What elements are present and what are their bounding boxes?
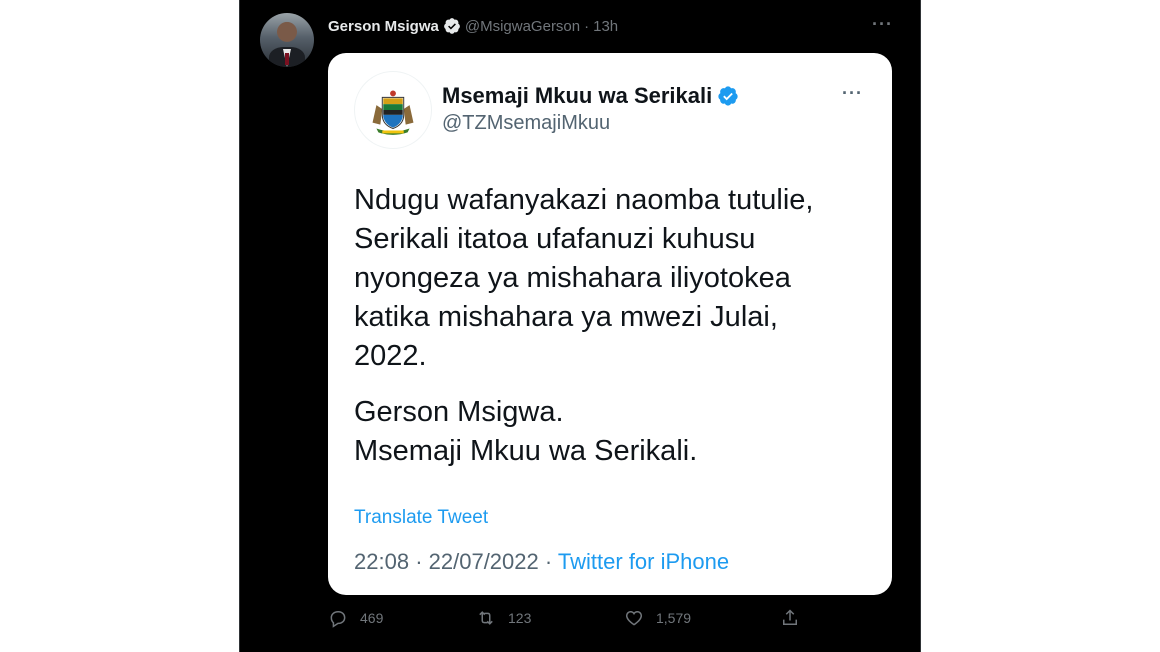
retweet-button[interactable]: 123 [476, 608, 531, 628]
date[interactable]: 22/07/2022 [429, 549, 539, 574]
reply-button[interactable]: 469 [328, 608, 383, 628]
tweet-text: Ndugu wafanyakazi naomba tutulie, Serika… [354, 181, 874, 471]
text-line: Ndugu wafanyakazi naomba tutulie, [354, 184, 814, 216]
author-handle[interactable]: @MsigwaGerson [465, 18, 580, 35]
text-line: Gerson Msigwa. [354, 396, 564, 428]
verified-badge-icon [443, 18, 460, 34]
translate-tweet-link[interactable]: Translate Tweet [354, 507, 488, 529]
tweet-header: Gerson Msigwa @MsigwaGerson · 13h [328, 16, 618, 36]
like-button[interactable]: 1,579 [624, 608, 691, 628]
tweet[interactable]: Gerson Msigwa @MsigwaGerson · 13h ··· Ms… [239, 0, 921, 652]
time[interactable]: 22:08 [354, 549, 409, 574]
text-line: 2022. [354, 340, 427, 372]
like-icon [625, 610, 643, 626]
embedded-tweet-card[interactable]: Msemaji Mkuu wa Serikali @TZMsemajiMkuu … [328, 53, 892, 595]
embed-author-name[interactable]: Msemaji Mkuu wa Serikali [442, 83, 739, 109]
avatar[interactable] [260, 13, 314, 67]
separator: · [584, 17, 590, 35]
share-button[interactable] [780, 608, 812, 628]
coat-of-arms-logo[interactable] [354, 71, 432, 149]
reply-icon [330, 611, 346, 628]
action-bar: 469 123 1,579 [328, 608, 808, 634]
retweet-icon [479, 611, 493, 625]
retweet-count: 123 [508, 610, 532, 626]
share-icon [783, 609, 797, 625]
reply-count: 469 [360, 610, 384, 626]
embed-author-name-text: Msemaji Mkuu wa Serikali [442, 83, 713, 108]
like-count: 1,579 [656, 610, 692, 626]
tweet-source-link[interactable]: Twitter for iPhone [558, 549, 729, 574]
more-icon[interactable]: ··· [842, 83, 863, 104]
text-line: Msemaji Mkuu wa Serikali. [354, 435, 698, 467]
time-ago[interactable]: 13h [593, 18, 618, 35]
text-line: Serikali itatoa ufafanuzi kuhusu [354, 223, 756, 255]
more-icon[interactable]: ··· [872, 14, 893, 35]
embed-author-handle[interactable]: @TZMsemajiMkuu [442, 112, 610, 135]
tweet-timestamp: 22:08 · 22/07/2022 · Twitter for iPhone [354, 549, 730, 574]
author-name[interactable]: Gerson Msigwa [328, 18, 439, 35]
text-line: nyongeza ya mishahara iliyotokea [354, 262, 791, 294]
verified-badge-icon [718, 86, 738, 106]
text-line: katika mishahara ya mwezi Julai, [354, 301, 778, 333]
